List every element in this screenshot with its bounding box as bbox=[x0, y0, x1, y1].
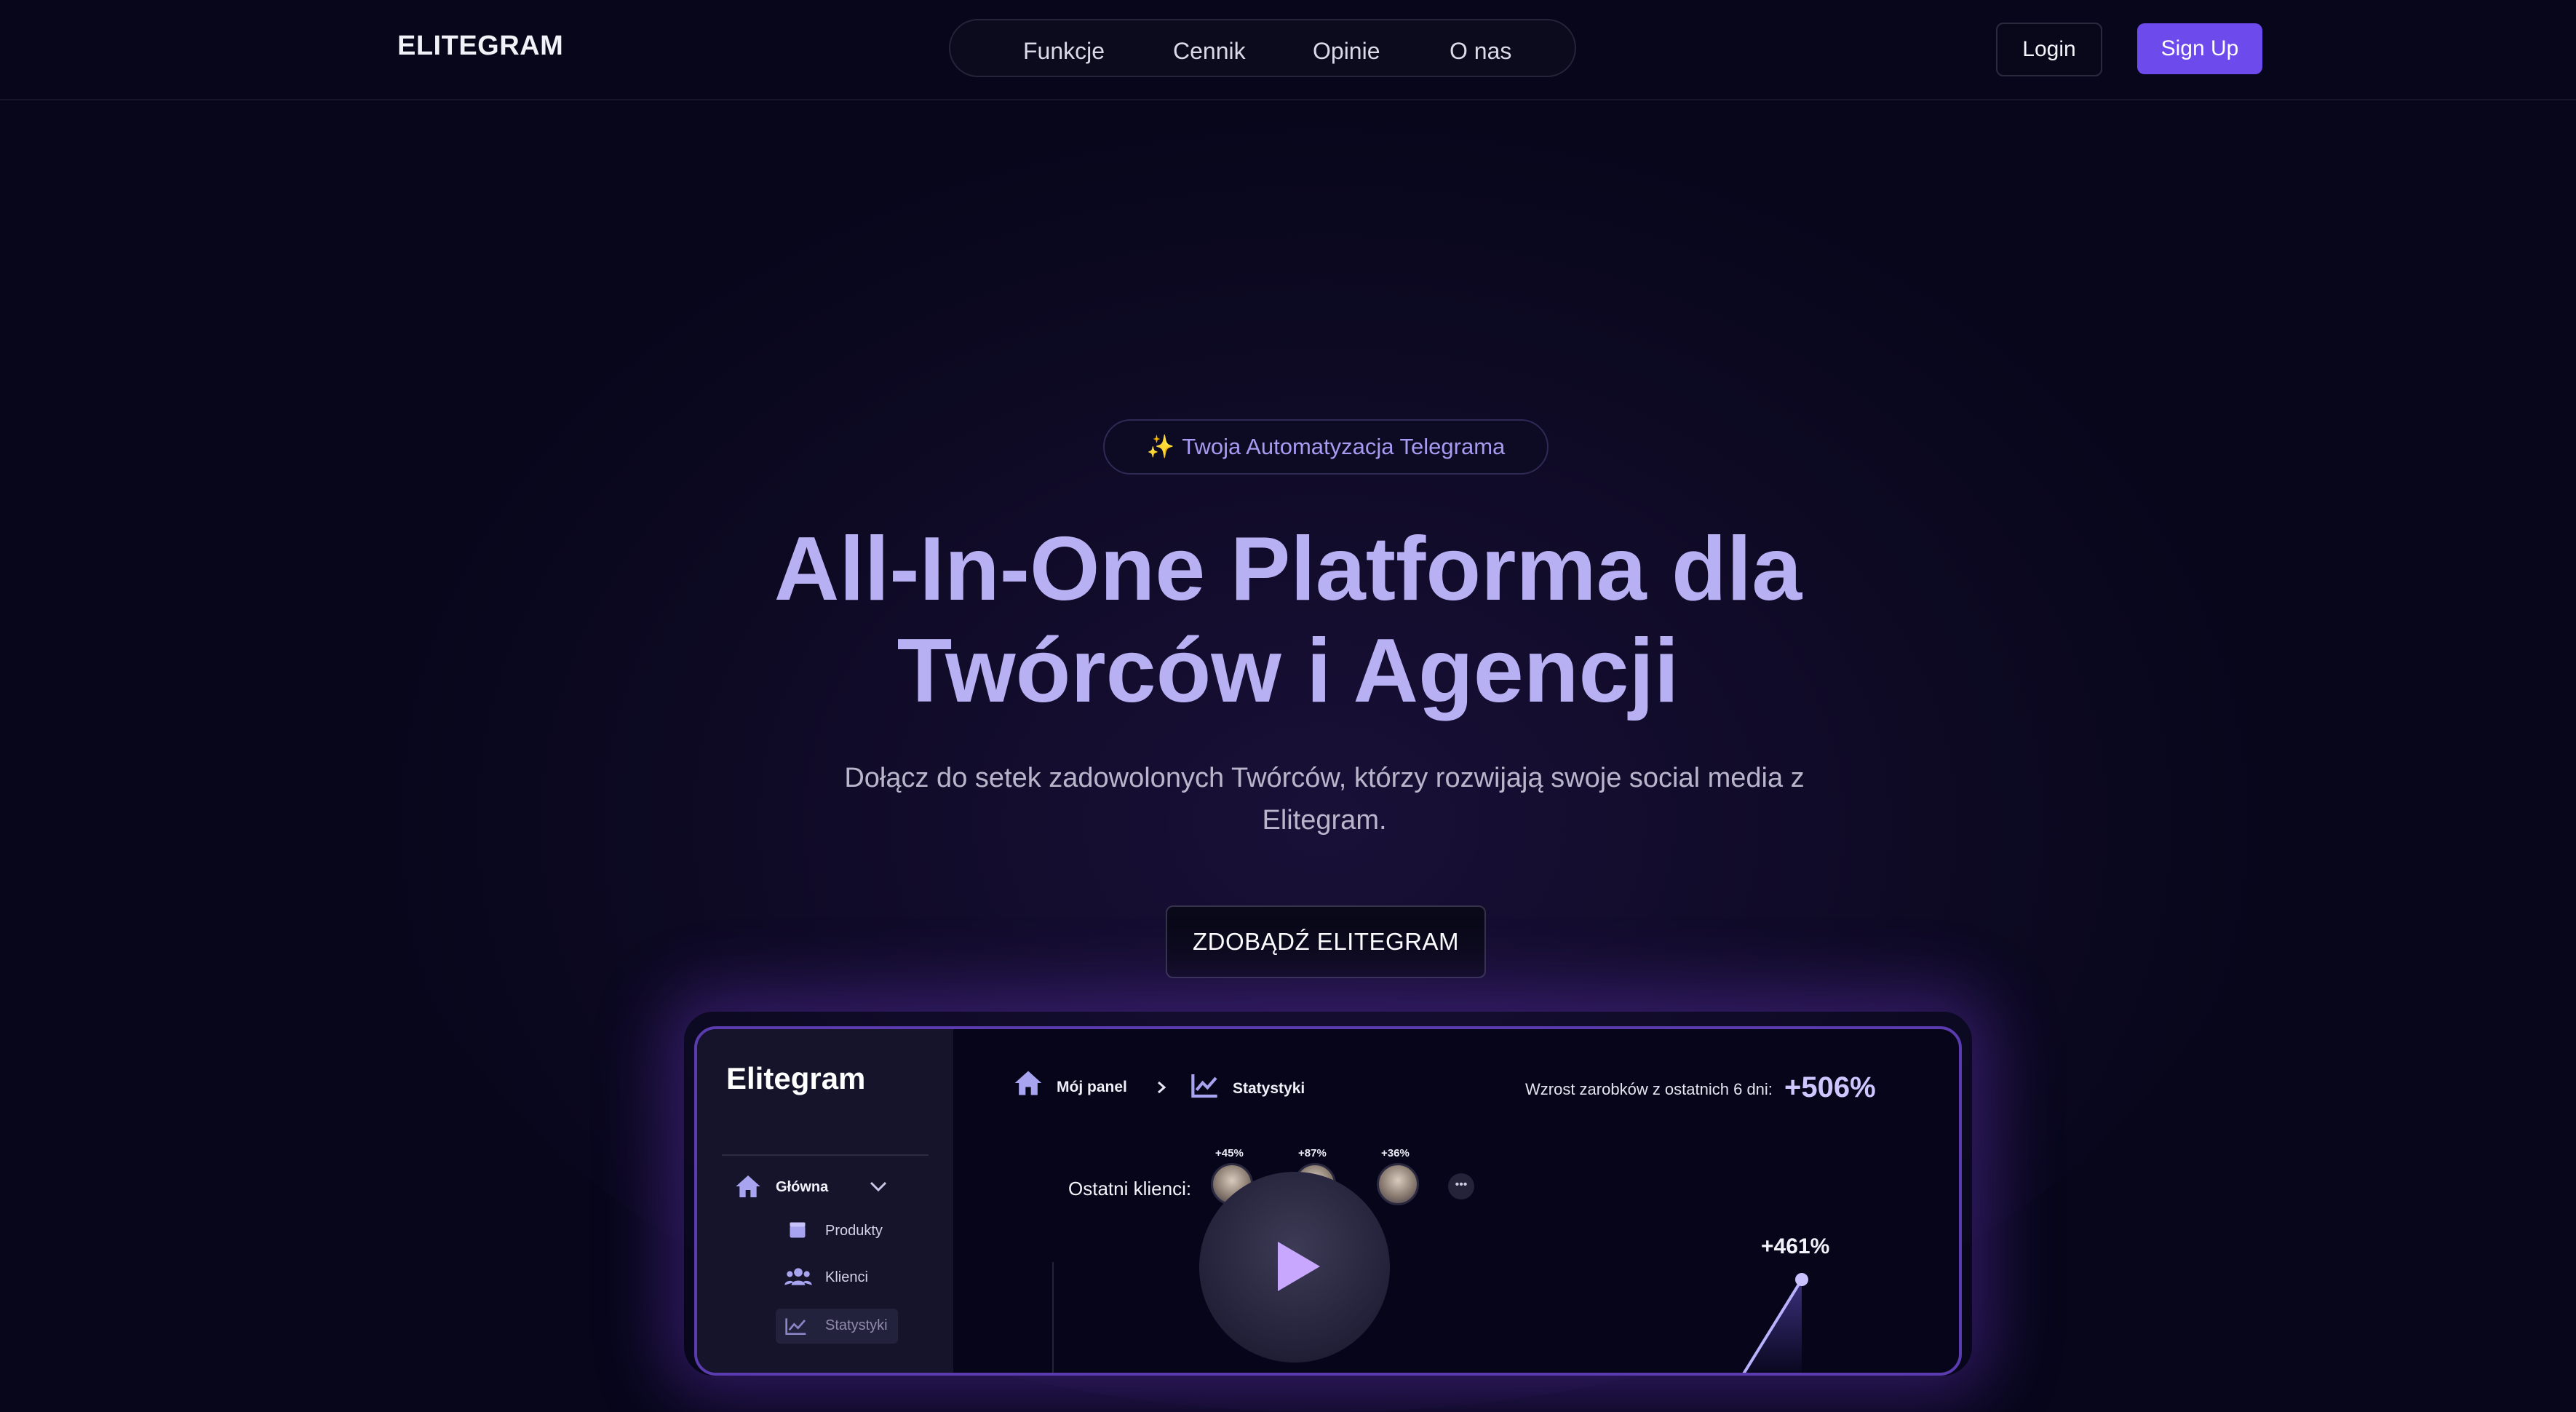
chart-peak-point bbox=[1795, 1273, 1808, 1286]
hero-title: All-In-One Platforma dla Twórców i Agenc… bbox=[0, 518, 2576, 722]
hero-title-line-1: All-In-One Platforma dla bbox=[774, 519, 1802, 619]
growth-label: Wzrost zarobków z ostatnich 6 dni: bbox=[1525, 1080, 1773, 1098]
play-icon bbox=[1278, 1242, 1320, 1291]
video-play-button[interactable] bbox=[1199, 1172, 1390, 1363]
main-nav: Funkcje Cennik Opinie O nas bbox=[949, 19, 1576, 77]
dashboard-preview: Elitegram Główna Produkty Klienci Statys… bbox=[694, 1026, 1962, 1376]
client-growth-3: +36% bbox=[1381, 1147, 1410, 1159]
more-clients-button[interactable]: ••• bbox=[1448, 1173, 1474, 1199]
chart-icon bbox=[1191, 1074, 1217, 1098]
signup-button[interactable]: Sign Up bbox=[2137, 23, 2262, 74]
box-icon bbox=[790, 1222, 806, 1238]
client-growth-1: +45% bbox=[1215, 1147, 1244, 1159]
sparkles-icon: ✨ bbox=[1146, 434, 1175, 459]
home-icon bbox=[1014, 1071, 1042, 1095]
sidebar-item-statystyki[interactable]: Statystyki bbox=[825, 1317, 888, 1334]
breadcrumb-moj-panel[interactable]: Mój panel bbox=[1057, 1079, 1127, 1096]
chevron-right-icon bbox=[1158, 1081, 1166, 1094]
hero-subtitle-line-1: Dołącz do setek zadowolonych Twórców, kt… bbox=[844, 763, 1805, 793]
chart-axis-line bbox=[1052, 1262, 1054, 1373]
nav-link-funkcje[interactable]: Funkcje bbox=[1023, 38, 1105, 65]
hero-badge: ✨ Twoja Automatyzacja Telegrama bbox=[1103, 419, 1549, 475]
chevron-down-icon[interactable] bbox=[869, 1179, 888, 1194]
growth-value: +506% bbox=[1784, 1071, 1876, 1103]
nav-link-opinie[interactable]: Opinie bbox=[1313, 38, 1380, 65]
recent-clients-label: Ostatni klienci: bbox=[1068, 1178, 1192, 1199]
top-navbar: ELITEGRAM Funkcje Cennik Opinie O nas Lo… bbox=[0, 0, 2576, 100]
dashboard-sidebar: Elitegram Główna Produkty Klienci Statys… bbox=[697, 1029, 953, 1373]
hero-badge-text: Twoja Automatyzacja Telegrama bbox=[1182, 434, 1506, 459]
sidebar-item-produkty[interactable]: Produkty bbox=[825, 1223, 883, 1240]
dashboard-main: Mój panel Statystyki Wzrost zarobków z o… bbox=[953, 1029, 1959, 1373]
hero-subtitle-line-2: Elitegram. bbox=[1262, 805, 1387, 836]
sidebar-item-klienci[interactable]: Klienci bbox=[825, 1269, 868, 1286]
home-icon bbox=[736, 1175, 760, 1197]
get-elitegram-button[interactable]: ZDOBĄDŹ ELITEGRAM bbox=[1166, 905, 1486, 978]
chart-icon bbox=[785, 1318, 806, 1335]
nav-link-o-nas[interactable]: O nas bbox=[1450, 38, 1511, 65]
sidebar-divider bbox=[722, 1154, 929, 1156]
client-avatar[interactable] bbox=[1377, 1163, 1419, 1205]
dashboard-brand: Elitegram bbox=[726, 1061, 866, 1095]
hero-title-line-2: Twórców i Agencji bbox=[897, 621, 1679, 721]
users-icon bbox=[784, 1268, 812, 1285]
hero-subtitle: Dołącz do setek zadowolonych Twórców, kt… bbox=[815, 757, 1834, 841]
login-button[interactable]: Login bbox=[1996, 23, 2102, 76]
nav-link-cennik[interactable]: Cennik bbox=[1173, 38, 1246, 65]
breadcrumb-statystyki[interactable]: Statystyki bbox=[1233, 1080, 1305, 1098]
client-growth-2: +87% bbox=[1298, 1147, 1327, 1159]
chart-peak-label: +461% bbox=[1761, 1234, 1830, 1258]
growth-chart-line bbox=[1742, 1273, 1808, 1373]
sidebar-section-glowna[interactable]: Główna bbox=[776, 1179, 828, 1196]
site-logo[interactable]: ELITEGRAM bbox=[397, 31, 563, 62]
